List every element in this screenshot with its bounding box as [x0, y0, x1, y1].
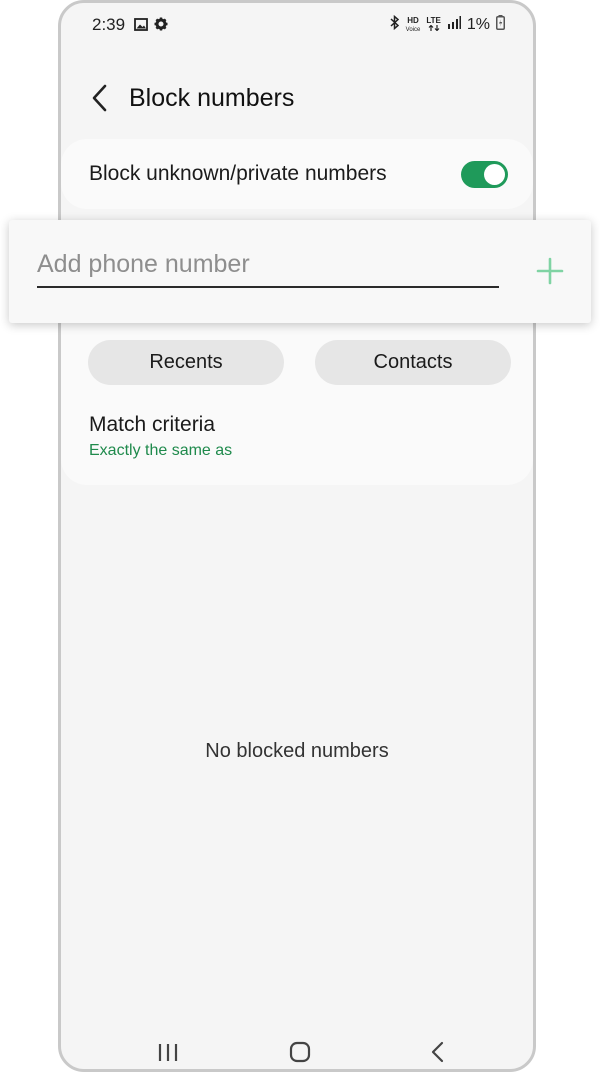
recent-apps-button[interactable] — [153, 1037, 183, 1067]
status-right-icons: HD Voice LTE 1% — [390, 14, 505, 35]
title-row: Block numbers — [61, 73, 533, 129]
lte-label: LTE — [426, 16, 441, 25]
block-unknown-row[interactable]: Block unknown/private numbers — [61, 139, 533, 209]
plus-icon — [536, 257, 564, 285]
status-time: 2:39 — [92, 15, 126, 34]
match-criteria-value: Exactly the same as — [89, 442, 233, 459]
contacts-button[interactable]: Contacts — [315, 340, 511, 385]
home-button[interactable] — [285, 1037, 315, 1067]
empty-state-text: No blocked numbers — [205, 740, 389, 762]
phone-frame: 2:39 HD Voice LTE 1% Block numbers Block… — [58, 0, 536, 1072]
hd-label: HD — [407, 15, 419, 25]
battery-percent: 1% — [466, 16, 490, 33]
add-number-panel — [9, 220, 591, 323]
page-title: Block numbers — [129, 84, 295, 112]
voice-label: Voice — [405, 26, 421, 33]
toggle-knob — [484, 164, 505, 185]
back-button[interactable] — [87, 83, 113, 113]
battery-charging-icon — [496, 15, 505, 35]
match-criteria-title[interactable]: Match criteria — [89, 413, 215, 437]
add-number-button[interactable] — [535, 256, 565, 286]
back-icon — [431, 1041, 444, 1063]
gear-icon — [154, 16, 168, 36]
lte-icon: LTE — [426, 17, 441, 33]
block-unknown-label: Block unknown/private numbers — [89, 162, 387, 185]
home-icon — [289, 1041, 311, 1063]
phone-number-input[interactable] — [37, 248, 499, 288]
bluetooth-icon — [390, 14, 400, 35]
recents-button[interactable]: Recents — [88, 340, 284, 385]
status-bar: 2:39 HD Voice LTE 1% — [61, 3, 533, 47]
image-icon — [134, 16, 148, 36]
signal-icon — [447, 16, 461, 34]
status-left-icons — [134, 16, 168, 36]
block-unknown-toggle[interactable] — [461, 161, 508, 188]
chevron-left-icon — [92, 84, 107, 112]
recent-apps-icon — [158, 1044, 178, 1061]
hd-voice-icon: HD Voice — [405, 15, 421, 34]
navigation-bar — [61, 1033, 533, 1069]
options-card: Recents Contacts Match criteria Exactly … — [61, 303, 533, 485]
nav-back-button[interactable] — [423, 1037, 453, 1067]
